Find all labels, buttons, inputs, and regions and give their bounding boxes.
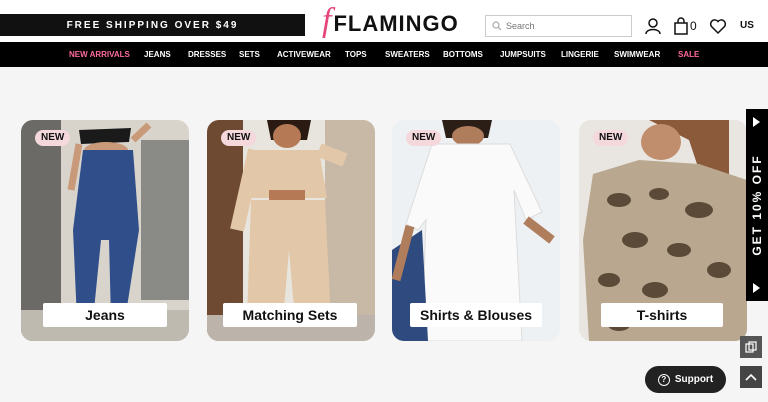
cart-count: 0: [690, 19, 697, 33]
header: FREE SHIPPING OVER $49 f FLAMINGO 0 US: [0, 0, 768, 42]
chevron-up-icon: [745, 373, 757, 381]
category-card-t-shirts[interactable]: NEW T-shirts: [579, 120, 747, 341]
nav-item-sweaters[interactable]: SWEATERS: [385, 42, 430, 67]
arrow-right-icon: [753, 117, 760, 127]
category-section: NEW Jeans NEW Matching Sets NEW Shirts &…: [0, 67, 768, 402]
new-badge: NEW: [406, 130, 442, 146]
category-card-shirts-blouses[interactable]: NEW Shirts & Blouses: [392, 120, 560, 341]
nav-item-jumpsuits[interactable]: JUMPSUITS: [500, 42, 546, 67]
nav-item-tops[interactable]: TOPS: [345, 42, 367, 67]
category-card-matching-sets[interactable]: NEW Matching Sets: [207, 120, 375, 341]
logo-mark: f: [322, 2, 332, 39]
nav-item-new-arrivals[interactable]: NEW ARRIVALS: [69, 42, 130, 67]
category-caption: Matching Sets: [223, 303, 357, 327]
heart-icon[interactable]: [709, 17, 727, 35]
new-badge: NEW: [35, 130, 71, 146]
nav-item-lingerie[interactable]: LINGERIE: [561, 42, 599, 67]
promo-banner[interactable]: FREE SHIPPING OVER $49: [0, 14, 305, 36]
nav-item-dresses[interactable]: DRESSES: [188, 42, 226, 67]
search-icon: [492, 21, 502, 31]
back-to-top-button[interactable]: [740, 366, 762, 388]
region-selector[interactable]: US: [740, 20, 754, 31]
new-badge: NEW: [593, 130, 629, 146]
search-input[interactable]: [506, 21, 626, 31]
nav-item-sale[interactable]: SALE: [678, 42, 699, 67]
category-card-jeans[interactable]: NEW Jeans: [21, 120, 189, 341]
arrow-right-icon: [753, 283, 760, 293]
logo-text: FLAMINGO: [333, 11, 459, 36]
support-label: Support: [674, 374, 714, 385]
nav-item-jeans[interactable]: JEANS: [144, 42, 171, 67]
main-nav: NEW ARRIVALS JEANS DRESSES SETS ACTIVEWE…: [0, 42, 768, 67]
nav-item-bottoms[interactable]: BOTTOMS: [443, 42, 483, 67]
category-caption: Jeans: [43, 303, 167, 327]
category-caption: Shirts & Blouses: [410, 303, 542, 327]
help-icon: ?: [657, 373, 670, 386]
logo[interactable]: f FLAMINGO: [322, 4, 459, 38]
nav-item-sets[interactable]: SETS: [239, 42, 260, 67]
user-icon[interactable]: [644, 17, 662, 35]
nav-item-activewear[interactable]: ACTIVEWEAR: [277, 42, 331, 67]
nav-item-swimwear[interactable]: SWIMWEAR: [614, 42, 660, 67]
discount-side-tab[interactable]: GET 10% OFF: [746, 109, 768, 301]
bag-icon[interactable]: [672, 17, 690, 35]
discount-side-tab-label: GET 10% OFF: [750, 154, 764, 256]
support-button[interactable]: ? Support: [645, 366, 726, 393]
search-box[interactable]: [485, 15, 632, 37]
category-caption: T-shirts: [601, 303, 723, 327]
new-badge: NEW: [221, 130, 257, 146]
copy-icon[interactable]: [740, 336, 762, 358]
